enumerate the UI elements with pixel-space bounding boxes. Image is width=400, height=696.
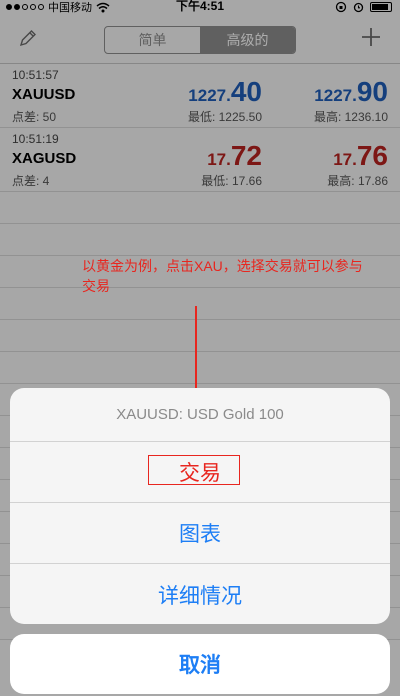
details-option[interactable]: 详细情况 [10, 564, 390, 624]
trade-option[interactable]: 交易 [10, 442, 390, 503]
action-sheet: XAUUSD: USD Gold 100 交易 图表 详细情况 [10, 388, 390, 624]
highlight-box [148, 455, 240, 485]
tutorial-annotation: 以黄金为例，点击XAU，选择交易就可以参与交易 [82, 258, 363, 294]
chart-option[interactable]: 图表 [10, 503, 390, 564]
cancel-button[interactable]: 取消 [10, 634, 390, 694]
chart-option-label: 图表 [179, 523, 221, 546]
action-sheet-title: XAUUSD: USD Gold 100 [10, 388, 390, 442]
details-option-label: 详细情况 [158, 584, 242, 608]
